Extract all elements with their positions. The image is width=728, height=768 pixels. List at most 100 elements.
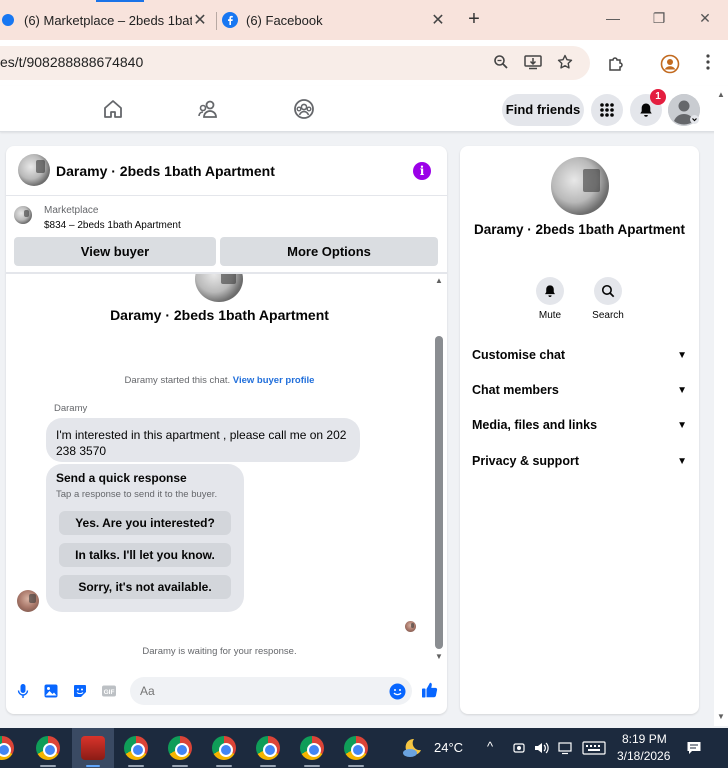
page-scroll-down-arrow-icon[interactable]: ▼ bbox=[716, 712, 726, 721]
microphone-icon[interactable] bbox=[15, 683, 31, 699]
bookmark-star-icon[interactable] bbox=[556, 54, 574, 72]
section-label: Chat members bbox=[472, 383, 559, 397]
search-icon[interactable] bbox=[594, 277, 622, 305]
section-label: Media, files and links bbox=[472, 418, 598, 432]
chrome-taskbar-icon[interactable] bbox=[212, 736, 236, 760]
thread-title: Daramy · 2beds 1bath Apartment bbox=[110, 307, 329, 323]
new-tab-button[interactable]: + bbox=[462, 8, 486, 32]
groups-icon[interactable] bbox=[293, 98, 315, 120]
install-app-icon[interactable] bbox=[524, 54, 542, 72]
gif-icon[interactable]: GIF bbox=[101, 683, 117, 699]
message-thread[interactable]: Daramy · 2beds 1bath Apartment Daramy st… bbox=[6, 274, 433, 656]
restore-window-icon[interactable]: ❐ bbox=[648, 10, 670, 30]
temperature[interactable]: 24°C bbox=[434, 740, 463, 755]
address-bar[interactable]: es/t/908288888674840 bbox=[0, 46, 590, 80]
clock-date[interactable]: 3/18/2026 bbox=[617, 749, 670, 763]
photo-icon[interactable] bbox=[43, 683, 59, 699]
chat-title[interactable]: Daramy · 2beds 1bath Apartment bbox=[56, 163, 275, 179]
details-avatar[interactable] bbox=[551, 157, 609, 215]
running-indicator bbox=[172, 765, 188, 767]
listing-thumbnail bbox=[14, 206, 32, 224]
thumbs-up-icon[interactable] bbox=[421, 681, 438, 698]
sticker-icon[interactable] bbox=[72, 683, 88, 699]
seen-receipt-avatar bbox=[405, 621, 416, 632]
find-friends-button[interactable]: Find friends bbox=[502, 94, 584, 126]
message-input[interactable] bbox=[130, 677, 412, 705]
bell-icon[interactable] bbox=[536, 277, 564, 305]
browser-menu-icon[interactable] bbox=[698, 54, 718, 74]
extensions-puzzle-icon[interactable] bbox=[606, 54, 626, 74]
tab-marketplace[interactable]: (6) Marketplace – 2beds 1bath Ap ✕ bbox=[0, 0, 214, 40]
info-icon[interactable]: i bbox=[413, 162, 431, 180]
mute-label: Mute bbox=[538, 310, 562, 321]
facebook-icon bbox=[222, 12, 238, 28]
search-label: Search bbox=[592, 310, 624, 321]
svg-text:GIF: GIF bbox=[104, 689, 115, 696]
more-options-button[interactable]: More Options bbox=[220, 237, 438, 266]
chevron-down-icon: ▼ bbox=[677, 456, 687, 467]
quick-response-subtitle: Tap a response to send it to the buyer. bbox=[56, 489, 218, 500]
chrome-taskbar-icon[interactable] bbox=[344, 736, 368, 760]
app-taskbar-icon[interactable] bbox=[81, 736, 105, 760]
marketplace-listing-row[interactable]: Marketplace $834 – 2beds 1bath Apartment bbox=[6, 197, 447, 237]
page-scrollbar[interactable]: ▲ ▼ bbox=[714, 88, 728, 726]
profile-avatar-icon[interactable] bbox=[660, 54, 680, 74]
page-scroll-up-arrow-icon[interactable]: ▲ bbox=[716, 90, 726, 99]
running-indicator bbox=[128, 765, 144, 767]
view-buyer-profile-link[interactable]: View buyer profile bbox=[233, 375, 315, 386]
notification-center-icon[interactable] bbox=[686, 740, 702, 756]
network-icon[interactable] bbox=[558, 741, 574, 755]
tab-facebook[interactable]: (6) Facebook ✕ bbox=[222, 0, 452, 40]
close-tab-icon[interactable]: ✕ bbox=[430, 10, 446, 30]
keyboard-icon[interactable] bbox=[582, 740, 606, 756]
mute-action[interactable]: Mute bbox=[530, 277, 570, 321]
friends-icon[interactable] bbox=[197, 98, 219, 120]
weather-moon-cloud-icon[interactable] bbox=[400, 736, 424, 760]
menu-grid-button[interactable] bbox=[591, 94, 623, 126]
meet-camera-icon[interactable] bbox=[512, 741, 526, 755]
clock-time[interactable]: 8:19 PM bbox=[622, 732, 667, 746]
scroll-up-arrow-icon[interactable]: ▲ bbox=[434, 276, 444, 285]
chrome-taskbar-icon[interactable] bbox=[256, 736, 280, 760]
chrome-taskbar-icon[interactable] bbox=[0, 736, 14, 760]
scroll-down-arrow-icon[interactable]: ▼ bbox=[434, 652, 444, 661]
home-icon[interactable] bbox=[102, 98, 124, 120]
incoming-message[interactable]: I'm interested in this apartment , pleas… bbox=[46, 418, 360, 462]
emoji-icon[interactable] bbox=[389, 683, 406, 700]
marketplace-label: Marketplace bbox=[44, 205, 99, 216]
sender-avatar[interactable] bbox=[17, 590, 39, 612]
scroll-thumb[interactable] bbox=[435, 336, 443, 649]
customise-chat-section[interactable]: Customise chat ▼ bbox=[472, 348, 687, 370]
quick-response-button[interactable]: Sorry, it's not available. bbox=[59, 575, 231, 599]
chat-started-notice: Daramy started this chat. View buyer pro… bbox=[6, 375, 433, 386]
quick-response-button[interactable]: In talks. I'll let you know. bbox=[59, 543, 231, 567]
volume-icon[interactable] bbox=[534, 741, 550, 755]
chat-members-section[interactable]: Chat members ▼ bbox=[472, 383, 687, 405]
chat-panel: Daramy · 2beds 1bath Apartment i Marketp… bbox=[6, 146, 447, 714]
quick-response-card: Send a quick response Tap a response to … bbox=[46, 464, 244, 612]
tab-divider bbox=[216, 12, 217, 30]
message-text: I'm interested in this apartment , pleas… bbox=[56, 427, 346, 459]
tray-expand-chevron-icon[interactable]: ^ bbox=[487, 739, 493, 754]
view-buyer-button[interactable]: View buyer bbox=[14, 237, 216, 266]
quick-response-button[interactable]: Yes. Are you interested? bbox=[59, 511, 231, 535]
sender-name: Daramy bbox=[54, 403, 88, 414]
media-files-links-section[interactable]: Media, files and links ▼ bbox=[472, 418, 687, 440]
chrome-taskbar-icon[interactable] bbox=[168, 736, 192, 760]
close-window-icon[interactable]: ✕ bbox=[694, 10, 716, 30]
close-tab-icon[interactable]: ✕ bbox=[192, 10, 208, 30]
thread-listing-avatar bbox=[195, 274, 243, 302]
url-text[interactable]: es/t/908288888674840 bbox=[0, 54, 143, 70]
minimize-window-icon[interactable]: — bbox=[602, 10, 624, 30]
privacy-support-section[interactable]: Privacy & support ▼ bbox=[472, 454, 687, 476]
search-action[interactable]: Search bbox=[588, 277, 628, 321]
running-indicator bbox=[40, 765, 56, 767]
chrome-taskbar-icon[interactable] bbox=[124, 736, 148, 760]
bell-icon bbox=[640, 103, 652, 117]
chrome-taskbar-icon[interactable] bbox=[300, 736, 324, 760]
account-chevron-icon[interactable] bbox=[690, 115, 699, 124]
chrome-taskbar-icon[interactable] bbox=[36, 736, 60, 760]
zoom-icon[interactable] bbox=[492, 54, 510, 72]
listing-avatar[interactable] bbox=[18, 154, 50, 186]
thread-scrollbar[interactable]: ▲ ▼ bbox=[434, 274, 446, 664]
